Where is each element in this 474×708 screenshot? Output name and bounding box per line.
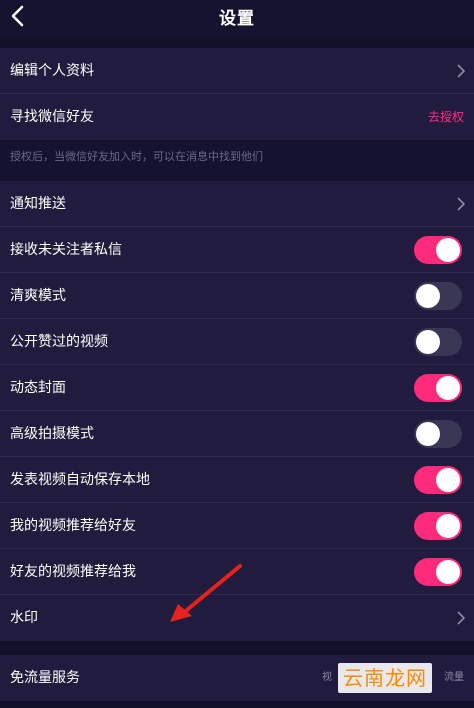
toggle-knob [436, 560, 460, 584]
settings-row[interactable]: 我的视频推荐给好友 [0, 503, 474, 549]
toggle-switch[interactable] [414, 282, 462, 310]
toggle-knob [436, 468, 460, 492]
toggle-switch[interactable] [414, 558, 462, 586]
settings-row[interactable]: 好友的视频推荐给我 [0, 549, 474, 595]
chevron-right-icon [457, 64, 466, 78]
toggle-switch[interactable] [414, 512, 462, 540]
settings-row[interactable]: 发表视频自动保存本地 [0, 457, 474, 503]
site-watermark: 云南龙网 [338, 663, 432, 693]
settings-row-label: 高级拍摄模式 [10, 426, 94, 442]
toggle-knob [436, 238, 460, 262]
free-traffic-desc-end: 流量 [444, 672, 464, 683]
settings-row[interactable]: 清爽模式 [0, 273, 474, 319]
section-divider [0, 647, 474, 655]
settings-row[interactable]: 水印 [0, 595, 474, 641]
toggle-switch[interactable] [414, 420, 462, 448]
settings-row-label: 接收未关注者私信 [10, 242, 122, 258]
edit-profile-row[interactable]: 编辑个人资料 [0, 48, 474, 94]
authorize-link[interactable]: 去授权 [428, 94, 464, 140]
top-bar: 设置 [0, 0, 474, 36]
settings-row[interactable]: 公开赞过的视频 [0, 319, 474, 365]
settings-row[interactable]: 高级拍摄模式 [0, 411, 474, 457]
chevron-right-icon [457, 611, 466, 625]
toggle-knob [436, 514, 460, 538]
settings-row-label: 我的视频推荐给好友 [10, 518, 136, 534]
settings-row-label: 好友的视频推荐给我 [10, 564, 136, 580]
account-group: 编辑个人资料 寻找微信好友 去授权 [0, 48, 474, 140]
edit-profile-label: 编辑个人资料 [10, 63, 94, 79]
toggle-switch[interactable] [414, 236, 462, 264]
settings-row-label: 公开赞过的视频 [10, 334, 108, 350]
toggle-knob [416, 330, 440, 354]
settings-row[interactable]: 接收未关注者私信 [0, 227, 474, 273]
settings-row-label: 通知推送 [10, 196, 66, 212]
find-wechat-friends-label: 寻找微信好友 [10, 109, 94, 125]
toggle-switch[interactable] [414, 328, 462, 356]
toggle-switch[interactable] [414, 466, 462, 494]
wechat-authorize-hint: 授权后，当微信好友加入时，可以在消息中找到他们 [0, 141, 474, 181]
settings-row-label: 水印 [10, 610, 38, 626]
chevron-right-icon [457, 197, 466, 211]
settings-row-label: 清爽模式 [10, 288, 66, 304]
chevron-left-icon[interactable] [8, 4, 28, 28]
find-wechat-friends-row[interactable]: 寻找微信好友 去授权 [0, 94, 474, 140]
toggle-knob [416, 284, 440, 308]
settings-row[interactable]: 通知推送 [0, 181, 474, 227]
toggle-knob [416, 422, 440, 446]
page-title: 设置 [219, 9, 255, 29]
free-traffic-desc-start: 视 [322, 672, 332, 683]
settings-row-label: 动态封面 [10, 380, 66, 396]
free-traffic-label: 免流量服务 [10, 670, 80, 686]
settings-row[interactable]: 动态封面 [0, 365, 474, 411]
settings-row-label: 发表视频自动保存本地 [10, 472, 150, 488]
toggle-knob [436, 376, 460, 400]
toggle-switch[interactable] [414, 374, 462, 402]
settings-group: 通知推送接收未关注者私信 清爽模式公开赞过的视频 动态封面高级拍摄模式发表视频自动保… [0, 181, 474, 641]
